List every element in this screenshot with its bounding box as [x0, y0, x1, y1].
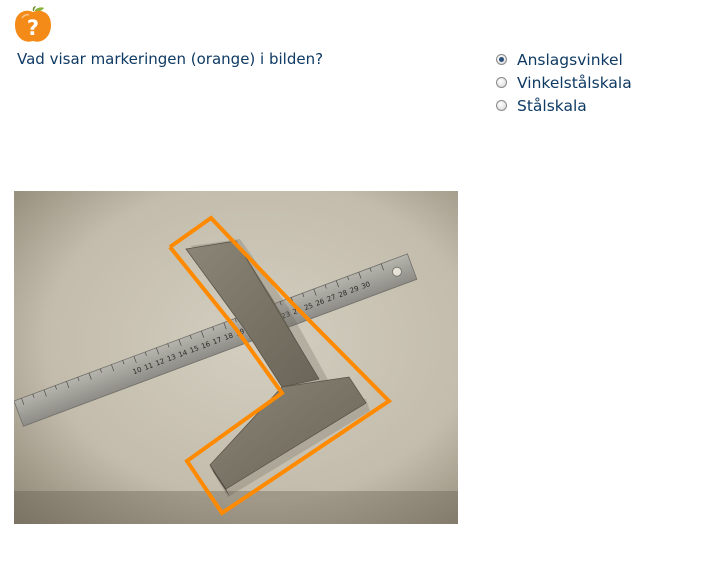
option-stalskala[interactable]: Stålskala	[496, 94, 632, 117]
option-label: Anslagsvinkel	[517, 50, 623, 69]
photo-steel-square-ruler: 1011121314151617181920212223242526272829…	[14, 191, 458, 524]
logo-question-mark: ?	[27, 16, 39, 40]
photo-vignette-bottom	[14, 491, 458, 524]
question-text: Vad visar markeringen (orange) i bilden?	[17, 50, 324, 68]
radio-button-checked[interactable]	[496, 54, 507, 65]
answer-options: Anslagsvinkel Vinkelstålskala Stålskala	[496, 48, 632, 117]
apple-question-icon: ?	[15, 6, 51, 42]
quiz-page: ? Vad visar markeringen (orange) i bilde…	[0, 0, 710, 571]
radio-button[interactable]	[496, 100, 507, 111]
option-label: Stålskala	[517, 96, 587, 115]
option-label: Vinkelstålskala	[517, 73, 632, 92]
option-vinkelstalskala[interactable]: Vinkelstålskala	[496, 71, 632, 94]
option-anslagsvinkel[interactable]: Anslagsvinkel	[496, 48, 632, 71]
radio-button[interactable]	[496, 77, 507, 88]
